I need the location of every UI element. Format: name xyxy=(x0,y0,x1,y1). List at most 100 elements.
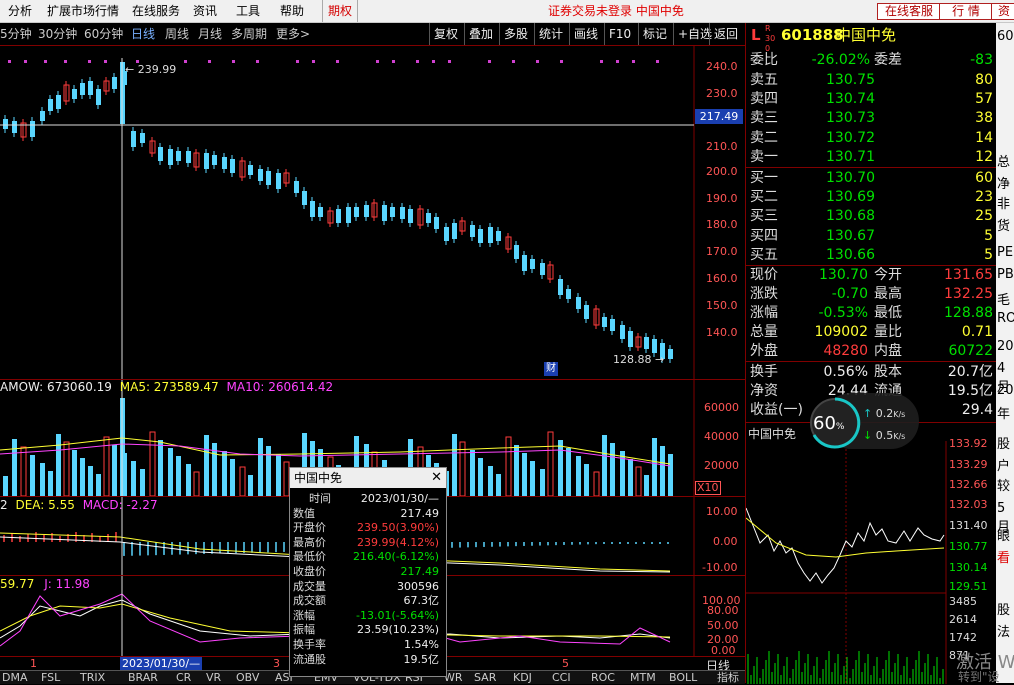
menu-online-service[interactable]: 在线服务 xyxy=(132,0,180,22)
online-support-button[interactable]: 在线客服 xyxy=(877,3,941,20)
tool-back[interactable]: 返回 xyxy=(709,23,742,45)
tf-30min[interactable]: 30分钟 xyxy=(38,23,77,45)
edge-label: 货 xyxy=(997,219,1011,234)
tf-monthly[interactable]: 月线 xyxy=(198,23,222,45)
macd-indicator-line: 2 DEA: 5.55 MACD: -2.27 xyxy=(0,498,158,512)
tool-overlay[interactable]: 叠加 xyxy=(464,23,497,45)
menu-tools[interactable]: 工具 xyxy=(236,0,260,22)
tooltip-row: 流通股 19.5亿 xyxy=(293,653,443,668)
bids-level-row: 买一 130.70 60 xyxy=(748,169,996,188)
indicator-tab[interactable]: CCI xyxy=(552,671,571,684)
extra-value: 20.7亿 xyxy=(947,364,993,380)
stat-label: 今开 xyxy=(874,267,902,283)
indicator-tab[interactable]: DMA xyxy=(2,671,28,684)
weicha-value: -83 xyxy=(970,52,993,68)
info-button[interactable]: 资 xyxy=(991,3,1014,20)
tooltip-row-value: 67.3亿 xyxy=(403,594,440,608)
trade-status-text: 证券交易未登录 中国中免 xyxy=(548,4,684,18)
indicator-tab[interactable]: 指标B xyxy=(717,671,745,684)
gauge-down-speed: ↓ 0.5K/s xyxy=(863,429,906,442)
finance-icon[interactable]: 财 xyxy=(544,362,558,376)
stat-row: 外盘 48280 内盘 60722 xyxy=(748,342,996,361)
bids-price: 130.68 xyxy=(826,208,875,225)
stat-value: 130.70 xyxy=(819,267,868,283)
activation-watermark-sub: 转到"设 xyxy=(958,670,1000,684)
indicator-tab[interactable]: FSL xyxy=(41,671,60,684)
menu-options[interactable]: 期权 xyxy=(322,0,359,22)
kline-pane[interactable]: 240.0 230.0 210.0 200.0 190.0 180.0 170.0 160.0… xyxy=(0,46,745,380)
indicator-tab[interactable]: TRIX xyxy=(80,671,105,684)
price-axis-label: 210.0 xyxy=(706,140,738,153)
kline-chart[interactable]: 240.0 230.0 210.0 200.0 190.0 180.0 170.0 160.0… xyxy=(0,46,745,379)
asks-label: 卖二 xyxy=(750,129,778,146)
stat-label: 最低 xyxy=(874,305,902,321)
menu-extended-market[interactable]: 扩展市场行情 xyxy=(47,0,119,22)
indicator-tab[interactable]: BRAR xyxy=(128,671,158,684)
kdj-j-value: J: 11.98 xyxy=(44,577,90,591)
market-tag: L xyxy=(751,26,761,44)
high-price-value: 239.99 xyxy=(137,63,177,76)
macd-value: MACD: -2.27 xyxy=(82,498,158,512)
dea-value: DEA: 5.55 xyxy=(15,498,75,512)
tf-multi-period[interactable]: 多周期 xyxy=(231,23,267,45)
menu-bar: 分析 扩展市场行情 在线服务 资讯 工具 帮助 期权 证券交易未登录 中国中免 … xyxy=(0,0,1014,23)
extra-label: 收益(一) xyxy=(750,402,803,418)
mini-axis-label: 132.03 xyxy=(949,498,988,511)
menu-analysis[interactable]: 分析 xyxy=(8,0,32,22)
edge-label: 年 xyxy=(997,407,1011,422)
extra-label: 净资 xyxy=(750,383,778,399)
tool-f10[interactable]: F10 xyxy=(604,23,635,45)
gauge-down-unit: K/s xyxy=(893,432,906,441)
extra-value: 29.4 xyxy=(961,402,993,418)
indicator-tab[interactable]: VR xyxy=(206,671,221,684)
indicator-tab[interactable]: MTM xyxy=(630,671,656,684)
tf-daily[interactable]: 日线 xyxy=(131,23,155,45)
tooltip-row-key: 开盘价 xyxy=(293,521,326,535)
mini-avg-line xyxy=(746,517,945,558)
tooltip-row-value: -13.01(-5.64%) xyxy=(356,608,439,622)
tf-more[interactable]: 更多> xyxy=(276,23,310,45)
tf-5min[interactable]: 5分钟 xyxy=(0,23,32,45)
stat-label: 内盘 xyxy=(874,343,902,359)
indicator-tab[interactable]: SAR xyxy=(474,671,496,684)
network-speed-gauge: 60% ↑ 0.2K/s ↓ 0.5K/s xyxy=(805,393,919,453)
indicator-tab[interactable]: OBV xyxy=(236,671,259,684)
mini-vol-axis-label: 2614 xyxy=(949,613,977,626)
tooltip-row: 最低价 216.40(-6.12%) xyxy=(293,550,443,565)
data-tooltip-window: 中国中免 ✕ 时间 2023/01/30/— 数值 217.49 开盘价 239.50(3.… xyxy=(289,467,447,677)
mini-axis-label: 130.77 xyxy=(949,540,988,553)
quote-button[interactable]: 行 情 xyxy=(939,3,993,20)
intraday-mini-chart[interactable]: 中国中免 133.92 133.29 132.66 132.03 131.40 130.7… xyxy=(746,422,997,684)
indicator-tab[interactable]: BOLL xyxy=(669,671,697,684)
close-icon[interactable]: ✕ xyxy=(431,468,442,488)
indicator-tab[interactable]: KDJ xyxy=(513,671,532,684)
tool-statistics[interactable]: 统计 xyxy=(534,23,567,45)
tool-multi-stock[interactable]: 多股 xyxy=(499,23,532,45)
asks-level-row: 卖五 130.75 80 xyxy=(748,71,996,90)
tool-restore-rights[interactable]: 复权 xyxy=(429,23,462,45)
tooltip-row-value: 300596 xyxy=(397,579,439,593)
tf-60min[interactable]: 60分钟 xyxy=(84,23,123,45)
menu-help[interactable]: 帮助 xyxy=(280,0,304,22)
stat-label: 最高 xyxy=(874,286,902,302)
indicator-tab[interactable]: CR xyxy=(176,671,191,684)
asks-level-row: 卖一 130.71 12 xyxy=(748,148,996,167)
tooltip-row-key: 数值 xyxy=(293,506,315,520)
tool-mark[interactable]: 标记 xyxy=(638,23,671,45)
mini-axis-label: 131.40 xyxy=(949,519,988,532)
tool-draw-line[interactable]: 画线 xyxy=(569,23,602,45)
tooltip-row: 数值 217.49 xyxy=(293,507,443,522)
tf-weekly[interactable]: 周线 xyxy=(165,23,189,45)
menu-news[interactable]: 资讯 xyxy=(193,0,217,22)
candlesticks xyxy=(3,62,673,363)
stat-row: 涨幅 -0.53% 最低 128.88 xyxy=(748,304,996,323)
tooltip-row-value: 19.5亿 xyxy=(403,652,440,666)
stat-value: 48280 xyxy=(823,343,868,359)
tooltip-title: 中国中免 ✕ xyxy=(290,468,446,488)
asks-volume: 57 xyxy=(975,91,993,108)
indicator-tab[interactable]: ROC xyxy=(591,671,615,684)
bids-price: 130.66 xyxy=(826,246,875,263)
edge-label: 户 xyxy=(997,459,1011,474)
bids-price: 130.67 xyxy=(826,227,875,244)
edge-label: 股 xyxy=(997,437,1011,452)
